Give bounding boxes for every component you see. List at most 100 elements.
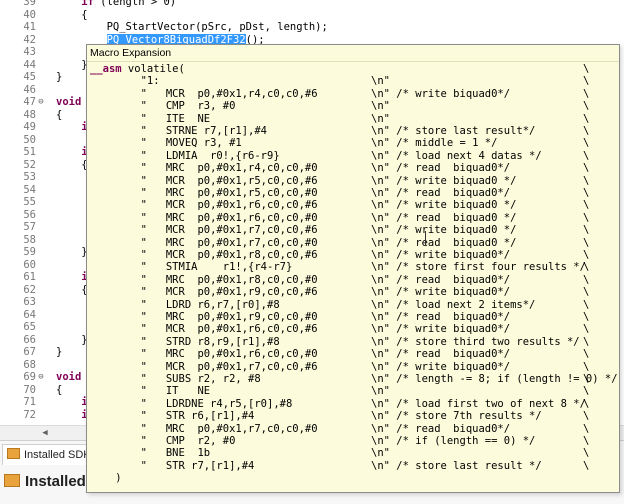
macro-comment: \n" /* read biquad0*/ — [371, 422, 511, 435]
macro-code: " CMP r2, #0 — [90, 435, 236, 447]
macro-comment: \n" — [371, 385, 390, 398]
macro-comment: \n" /* load first two of next 8 */ — [371, 397, 586, 410]
macro-comment: \n" /* store last result */ — [371, 459, 542, 472]
macro-line: " MRC p0,#0x1,r6,c0,c0,#0 \n" /* read biq… — [87, 348, 619, 361]
macro-comment: \n" /* read biquad0 */ — [371, 211, 517, 224]
chevron-left-icon[interactable]: ◀ — [38, 426, 52, 440]
macro-comment: \n" /* load next 2 items*/ — [371, 298, 536, 311]
line-number: 45 — [23, 71, 36, 83]
line-number: 65 — [23, 321, 36, 333]
macro-expansion-popup[interactable]: Macro Expansion __asm volatile(\ "1: \n" \… — [86, 44, 620, 493]
line-number: 48 — [23, 108, 36, 121]
macro-code: " SUBS r2, r2, #8 — [90, 373, 261, 385]
macro-code: " MCR p0,#0x1,r4,c0,c0,#6 — [90, 87, 318, 100]
macro-code: " MOVEQ r3, #1 — [90, 137, 242, 150]
macro-code: " MCR p0,#0x1,r6,c0,c0,#6 — [90, 323, 318, 336]
line-number: 62 — [23, 283, 36, 296]
macro-comment: \n" /* read biquad0*/ — [371, 273, 511, 286]
macro-code: " MCR p0,#0x1,r7,c0,c0,#6 — [90, 224, 318, 237]
line-number: 54 — [23, 183, 36, 196]
macro-comment: \n" — [371, 75, 390, 88]
code-text: } — [56, 246, 88, 258]
macro-code: " LDMIA r0!,{r6-r9} — [90, 149, 280, 162]
line-number: 52 — [23, 158, 36, 171]
code-text: { — [56, 158, 88, 171]
line-number: 44 — [23, 58, 36, 71]
macro-code: " LDRD r6,r7,[r0],#8 — [90, 298, 280, 311]
line-continuation: \ — [583, 137, 590, 150]
line-continuation: \ — [583, 273, 590, 286]
macro-line: " MCR p0,#0x1,r6,c0,c0,#6 \n" /* write bi… — [87, 199, 619, 212]
macro-comment: \n" /* write biquad0 */ — [371, 199, 517, 212]
macro-comment: \n" — [371, 112, 390, 125]
sdk-icon — [7, 448, 20, 459]
code-text: if (length > 0) — [56, 0, 176, 9]
line-continuation: \ — [583, 174, 590, 187]
line-continuation: \ — [583, 63, 590, 75]
line-continuation: \ — [583, 224, 590, 237]
code-text: } — [56, 333, 88, 346]
line-number: 51 — [23, 146, 36, 158]
macro-comment: \n" /* if (length == 0) */ — [371, 435, 536, 447]
macro-line: " MCR p0,#0x1,r8,c0,c0,#6 \n" /* write bi… — [87, 249, 619, 262]
keyword: void — [56, 371, 82, 383]
macro-line: " ITE NE \n" \ — [87, 113, 619, 126]
macro-comment: \n" /* length -= 8; if (length != 0) */ — [371, 373, 618, 385]
code-text: PQ_StartVector(pSrc, pDst, length); — [56, 21, 328, 33]
macro-comment: \n" /* write biquad0 */ — [371, 224, 517, 237]
macro-comment: \n" /* middle = 1 */ — [371, 137, 498, 150]
line-continuation: \ — [583, 435, 590, 447]
line-continuation: \ — [583, 286, 590, 299]
line-number: 72 — [23, 408, 36, 421]
macro-comment: \n" /* read biquad0 */ — [371, 236, 517, 249]
macro-line: " MRC p0,#0x1,r8,c0,c0,#0 \n" /* read biq… — [87, 274, 619, 287]
macro-code: " MRC p0,#0x1,r6,c0,c0,#0 — [90, 348, 318, 361]
macro-line: " IT NE \n" \ — [87, 385, 619, 398]
macro-code: " MRC p0,#0x1,r7,c0,c0,#0 — [90, 236, 318, 249]
macro-comment: \n" /* write biquad0*/ — [371, 249, 511, 261]
macro-line: " LDRD r6,r7,[r0],#8 \n" /* load next 2 i… — [87, 299, 619, 312]
macro-line: " STR r6,[r1],#4 \n" /* store 7th results… — [87, 410, 619, 423]
macro-comment: \n" /* store 7th results */ — [371, 410, 542, 423]
macro-comment: \n" — [371, 100, 390, 113]
text-cursor — [425, 231, 426, 245]
keyword: void — [56, 96, 82, 108]
macro-code: " MCR p0,#0x1,r8,c0,c0,#6 — [90, 249, 318, 261]
macro-comment: \n" /* read biquad0*/ — [371, 348, 511, 361]
macro-comment: \n" /* store last result*/ — [371, 125, 536, 137]
fold-toggle-icon[interactable]: ⊖ — [36, 371, 46, 384]
macro-code: " MCR p0,#0x1,r6,c0,c0,#6 — [90, 199, 318, 212]
line-number: 63 — [23, 296, 36, 308]
line-number: 55 — [23, 196, 36, 208]
macro-line: " MCR p0,#0x1,r4,c0,c0,#6 \n" /* write bi… — [87, 88, 619, 101]
code-text: } — [56, 346, 63, 358]
macro-code: " CMP r3, #0 — [90, 100, 236, 113]
macro-line: " MOVEQ r3, #1 \n" /* middle = 1 */ \ — [87, 137, 619, 150]
line-continuation: \ — [583, 335, 590, 348]
line-number: 70 — [23, 383, 36, 396]
line-continuation: \ — [583, 447, 590, 460]
code-text: } — [56, 58, 88, 71]
line-continuation: \ — [583, 162, 590, 175]
macro-line: " MRC p0,#0x1,r7,c0,c0,#0 \n" /* read biq… — [87, 237, 619, 250]
line-continuation: \ — [583, 261, 590, 274]
macro-line: __asm volatile(\ — [87, 63, 619, 76]
line-continuation: \ — [583, 385, 590, 398]
fold-toggle-icon[interactable]: ⊖ — [36, 96, 46, 109]
line-number: 69 — [23, 371, 36, 383]
macro-line: " STR r7,[r1],#4 \n" /* store last result… — [87, 460, 619, 473]
macro-comment: \n" /* store third two results */ — [371, 335, 580, 348]
macro-code: " BNE 1b — [90, 447, 211, 460]
line-number: 68 — [23, 358, 36, 371]
line-continuation: \ — [583, 360, 590, 373]
line-continuation: \ — [583, 75, 590, 88]
line-continuation: \ — [583, 100, 590, 113]
macro-code: " STRNE r7,[r1],#4 — [90, 125, 268, 137]
macro-line: " STRNE r7,[r1],#4 \n" /* store last resu… — [87, 125, 619, 138]
line-number: 66 — [23, 333, 36, 346]
popup-title: Macro Expansion — [87, 45, 619, 62]
macro-line: " MRC p0,#0x1,r5,c0,c0,#0 \n" /* read biq… — [87, 187, 619, 200]
line-number: 56 — [23, 208, 36, 221]
line-continuation: \ — [583, 112, 590, 125]
macro-code: " MCR p0,#0x1,r7,c0,c0,#6 — [90, 360, 318, 373]
